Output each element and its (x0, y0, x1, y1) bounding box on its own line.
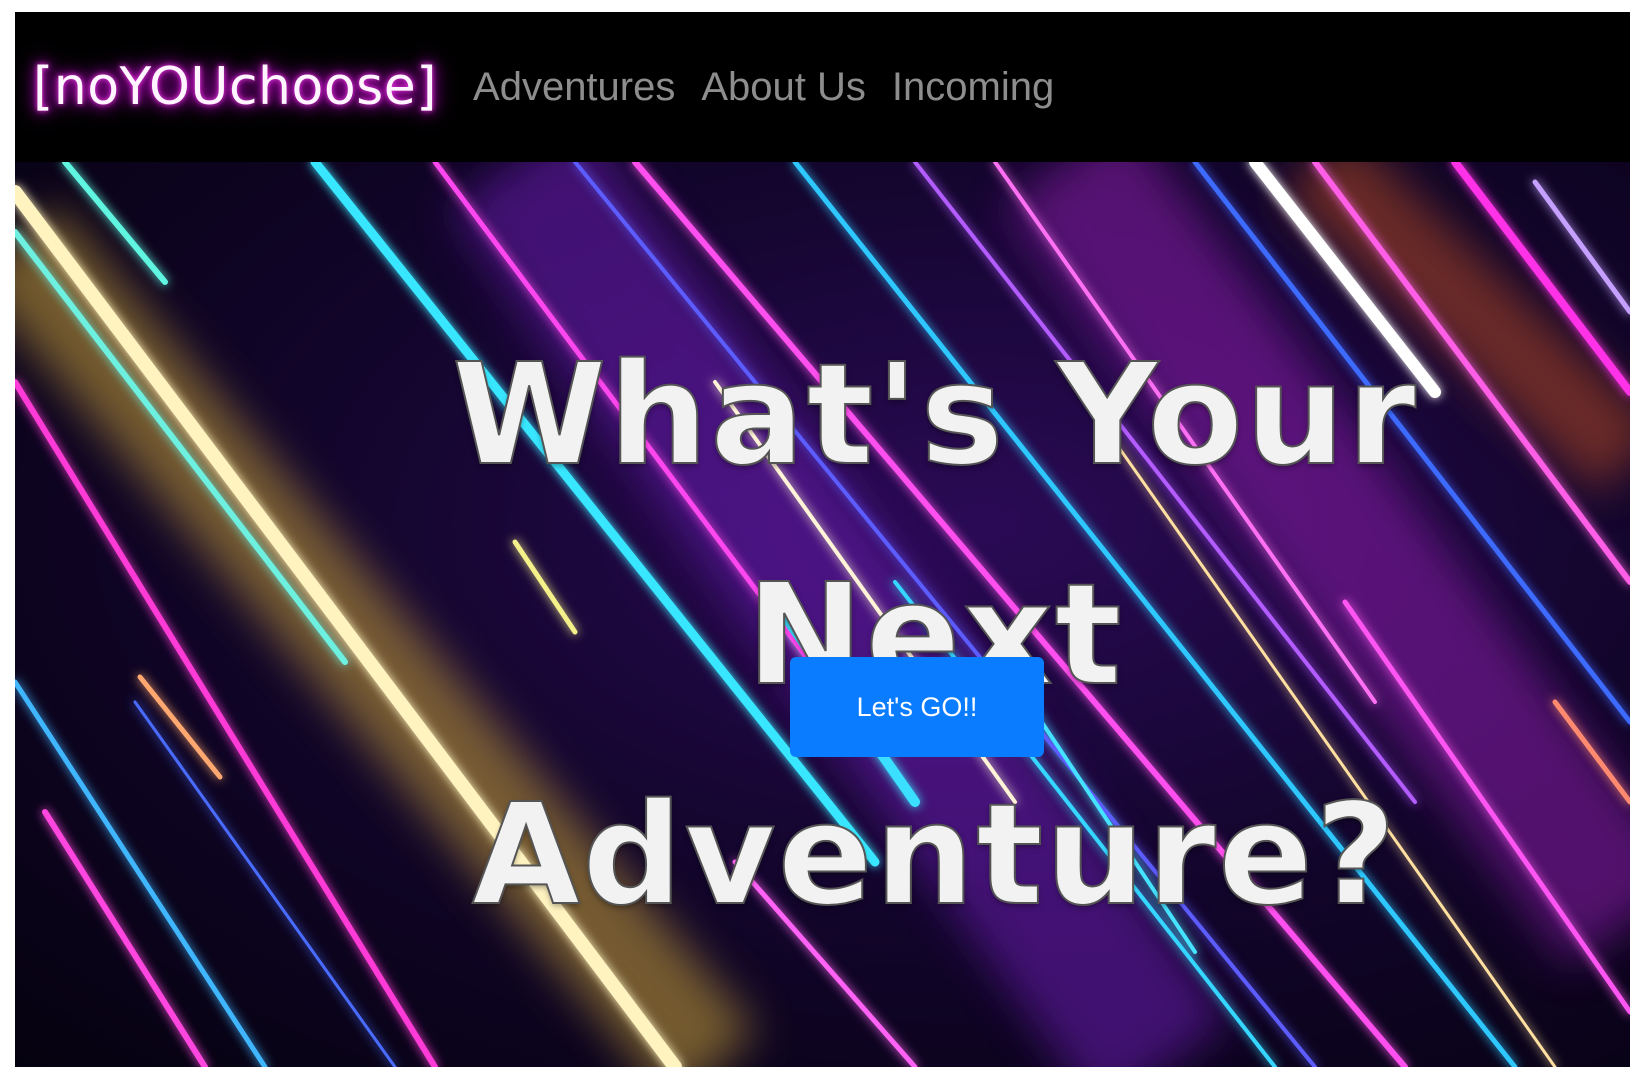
top-navbar: [noYOUchoose] Adventures About Us Incomi… (15, 12, 1630, 162)
nav-links: Adventures About Us Incoming (473, 65, 1054, 110)
lets-go-button[interactable]: Let's GO!! (790, 657, 1044, 757)
hero-headline: What's Your Next Adventure? (255, 306, 1615, 966)
hero-banner: What's Your Next Adventure? Let's GO!! (15, 162, 1630, 1067)
brand-logo[interactable]: [noYOUchoose] (33, 57, 437, 117)
nav-link-incoming[interactable]: Incoming (892, 65, 1054, 110)
landing-page: [noYOUchoose] Adventures About Us Incomi… (15, 12, 1630, 1067)
nav-link-about-us[interactable]: About Us (701, 65, 866, 110)
nav-link-adventures[interactable]: Adventures (473, 65, 675, 110)
hero-headline-line-2: Adventure? (471, 773, 1399, 938)
